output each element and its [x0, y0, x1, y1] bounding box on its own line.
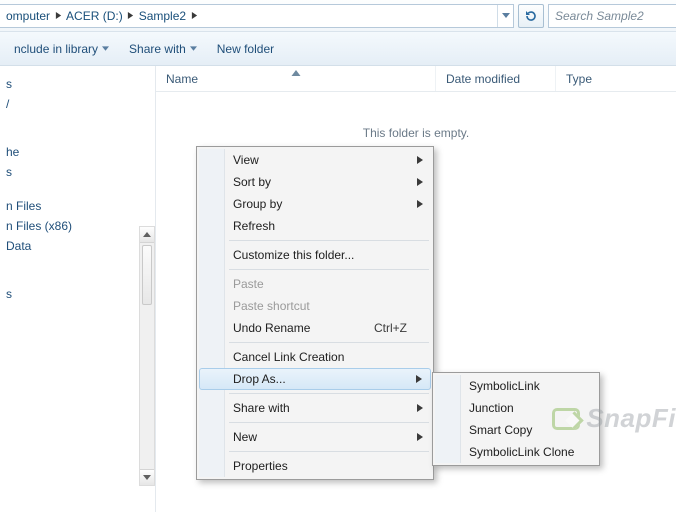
search-input[interactable]: Search Sample2	[548, 4, 676, 28]
tree-item[interactable]: s	[0, 162, 155, 182]
menu-shortcut: Ctrl+Z	[374, 321, 407, 335]
submenu-item-junction[interactable]: Junction	[435, 397, 597, 419]
menu-label: New	[233, 430, 257, 444]
menu-label: Junction	[469, 401, 514, 415]
chevron-right-icon[interactable]	[125, 10, 137, 22]
menu-label: Refresh	[233, 219, 275, 233]
menu-label: Paste shortcut	[233, 299, 310, 313]
menu-item-sort-by[interactable]: Sort by	[199, 171, 431, 193]
tree-item[interactable]: n Files	[0, 196, 155, 216]
menu-separator	[229, 422, 429, 423]
menu-label: Properties	[233, 459, 288, 473]
menu-label: Cancel Link Creation	[233, 350, 344, 364]
menu-item-new[interactable]: New	[199, 426, 431, 448]
breadcrumb-item-drive[interactable]: ACER (D:)	[64, 9, 125, 23]
menu-label: View	[233, 153, 259, 167]
menu-item-group-by[interactable]: Group by	[199, 193, 431, 215]
submenu-arrow-icon	[417, 430, 423, 444]
column-label: Name	[166, 72, 198, 86]
tree-item[interactable]: s	[0, 74, 155, 94]
sort-ascending-icon	[291, 65, 300, 79]
column-label: Type	[566, 72, 592, 86]
context-menu: View Sort by Group by Refresh Customize …	[196, 146, 434, 480]
menu-label: Paste	[233, 277, 264, 291]
menu-separator	[229, 240, 429, 241]
menu-item-cancel-link[interactable]: Cancel Link Creation	[199, 346, 431, 368]
chevron-right-icon[interactable]	[52, 10, 64, 22]
tree-item[interactable]: s	[0, 284, 155, 304]
submenu-arrow-icon	[417, 153, 423, 167]
tree-item[interactable]: he	[0, 142, 155, 162]
menu-label: Customize this folder...	[233, 248, 354, 262]
menu-item-refresh[interactable]: Refresh	[199, 215, 431, 237]
submenu-arrow-icon	[417, 197, 423, 211]
menu-separator	[229, 342, 429, 343]
column-header-type[interactable]: Type	[556, 66, 676, 91]
menu-label: Undo Rename	[233, 321, 310, 335]
submenu-item-symboliclink[interactable]: SymbolicLink	[435, 375, 597, 397]
toolbar: nclude in library Share with New folder	[0, 32, 676, 66]
navigation-pane: s / he s n Files n Files (x86) Data s	[0, 66, 156, 512]
new-folder-button[interactable]: New folder	[207, 38, 284, 60]
chevron-right-icon[interactable]	[188, 10, 200, 22]
menu-label: SymbolicLink Clone	[469, 445, 574, 459]
menu-item-paste-shortcut: Paste shortcut	[199, 295, 431, 317]
menu-label: SymbolicLink	[469, 379, 540, 393]
column-headers: Name Date modified Type	[156, 66, 676, 92]
breadcrumb-item-folder[interactable]: Sample2	[137, 9, 188, 23]
submenu-arrow-icon	[417, 401, 423, 415]
menu-item-paste: Paste	[199, 273, 431, 295]
menu-item-share-with[interactable]: Share with	[199, 397, 431, 419]
menu-item-drop-as[interactable]: Drop As...	[199, 368, 431, 390]
toolbar-label: New folder	[217, 42, 274, 56]
refresh-button[interactable]	[518, 4, 544, 28]
submenu-arrow-icon	[416, 372, 422, 386]
menu-separator	[229, 451, 429, 452]
nav-scrollbar[interactable]	[139, 226, 155, 486]
menu-label: Smart Copy	[469, 423, 532, 437]
column-header-name[interactable]: Name	[156, 66, 436, 91]
menu-item-customize[interactable]: Customize this folder...	[199, 244, 431, 266]
address-dropdown-icon[interactable]	[497, 5, 513, 27]
menu-separator	[229, 269, 429, 270]
menu-label: Drop As...	[233, 372, 286, 386]
scroll-up-icon[interactable]	[140, 227, 154, 243]
scroll-thumb[interactable]	[142, 245, 152, 305]
scroll-down-icon[interactable]	[140, 469, 154, 485]
menu-item-properties[interactable]: Properties	[199, 455, 431, 477]
submenu-item-symboliclink-clone[interactable]: SymbolicLink Clone	[435, 441, 597, 463]
breadcrumb[interactable]: omputer ACER (D:) Sample2	[0, 4, 514, 28]
submenu-item-smart-copy[interactable]: Smart Copy	[435, 419, 597, 441]
toolbar-label: Share with	[129, 42, 186, 56]
menu-label: Share with	[233, 401, 290, 415]
menu-item-undo-rename[interactable]: Undo Rename Ctrl+Z	[199, 317, 431, 339]
menu-item-view[interactable]: View	[199, 149, 431, 171]
include-in-library-button[interactable]: nclude in library	[4, 38, 119, 60]
submenu-drop-as: SymbolicLink Junction Smart Copy Symboli…	[432, 372, 600, 466]
tree-item[interactable]: Data	[0, 236, 155, 256]
tree-item[interactable]: /	[0, 94, 155, 114]
share-with-button[interactable]: Share with	[119, 38, 207, 60]
menu-label: Sort by	[233, 175, 271, 189]
menu-separator	[229, 393, 429, 394]
address-bar: omputer ACER (D:) Sample2 Search Sample2	[0, 0, 676, 32]
menu-label: Group by	[233, 197, 282, 211]
search-placeholder: Search Sample2	[555, 9, 644, 23]
column-label: Date modified	[446, 72, 520, 86]
column-header-date[interactable]: Date modified	[436, 66, 556, 91]
submenu-arrow-icon	[417, 175, 423, 189]
breadcrumb-item-computer[interactable]: omputer	[4, 9, 52, 23]
toolbar-label: nclude in library	[14, 42, 98, 56]
empty-message: This folder is empty.	[156, 92, 676, 140]
tree-item[interactable]: n Files (x86)	[0, 216, 155, 236]
